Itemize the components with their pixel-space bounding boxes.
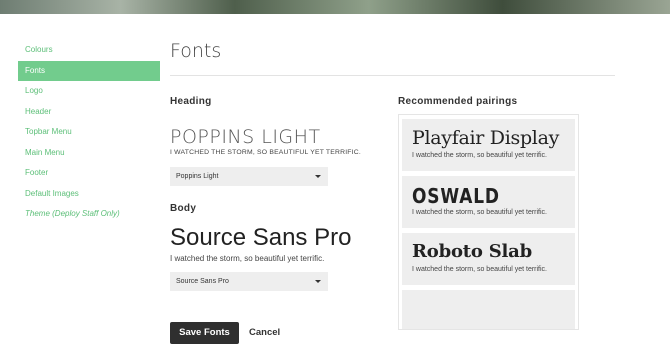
caret-down-icon (315, 280, 321, 283)
body-font-select[interactable]: Source Sans Pro (170, 272, 328, 291)
caret-down-icon (315, 175, 321, 178)
pairing-font-name: Roboto Slab (412, 241, 533, 262)
pairing-card[interactable]: OSWALD I watched the storm, so beautiful… (402, 176, 575, 228)
save-fonts-button[interactable]: Save Fonts (170, 322, 239, 344)
sidebar-item-fonts[interactable]: Fonts (18, 60, 160, 81)
body-section-label: Body (170, 203, 197, 214)
sidebar-item-main-menu[interactable]: Main Menu (18, 143, 160, 164)
pairing-font-name: Playfair Display (412, 127, 560, 149)
pairing-sample-text: I watched the storm, so beautiful yet te… (412, 209, 548, 216)
cancel-button[interactable]: Cancel (249, 322, 280, 344)
sidebar-item-colours[interactable]: Colours (18, 40, 160, 61)
sidebar-item-default-images[interactable]: Default Images (18, 184, 160, 205)
header-banner-image (0, 0, 670, 14)
pairing-font-name: OSWALD (412, 184, 500, 208)
pairings-title: Recommended pairings (398, 96, 518, 107)
pairing-card[interactable]: Playfair Display I watched the storm, so… (402, 119, 575, 171)
pairing-sample-text: I watched the storm, so beautiful yet te… (412, 152, 548, 159)
pairing-card[interactable] (402, 290, 575, 329)
heading-font-select[interactable]: Poppins Light (170, 167, 328, 186)
body-font-preview: Source Sans Pro (170, 224, 352, 251)
page-title: Fonts (170, 40, 222, 62)
heading-sample-text: I WATCHED THE STORM, SO BEAUTIFUL YET TE… (170, 149, 361, 156)
heading-font-select-value: Poppins Light (176, 173, 219, 180)
sidebar-item-footer[interactable]: Footer (18, 163, 160, 184)
title-divider (170, 75, 615, 76)
sidebar-item-logo[interactable]: Logo (18, 81, 160, 102)
sidebar-item-theme[interactable]: Theme (Deploy Staff Only) (18, 204, 160, 225)
body-font-select-value: Source Sans Pro (176, 278, 229, 285)
heading-section-label: Heading (170, 96, 212, 107)
settings-sidebar: Colours Fonts Logo Header Topbar Menu Ma… (18, 40, 160, 225)
body-sample-text: I watched the storm, so beautiful yet te… (170, 254, 325, 263)
pairing-card[interactable]: Roboto Slab I watched the storm, so beau… (402, 233, 575, 285)
sidebar-item-topbar-menu[interactable]: Topbar Menu (18, 122, 160, 143)
heading-font-preview: POPPINS LIGHT (170, 126, 321, 148)
sidebar-item-header[interactable]: Header (18, 102, 160, 123)
pairing-sample-text: I watched the storm, so beautiful yet te… (412, 266, 548, 273)
recommended-pairings-list[interactable]: Playfair Display I watched the storm, so… (398, 114, 579, 330)
